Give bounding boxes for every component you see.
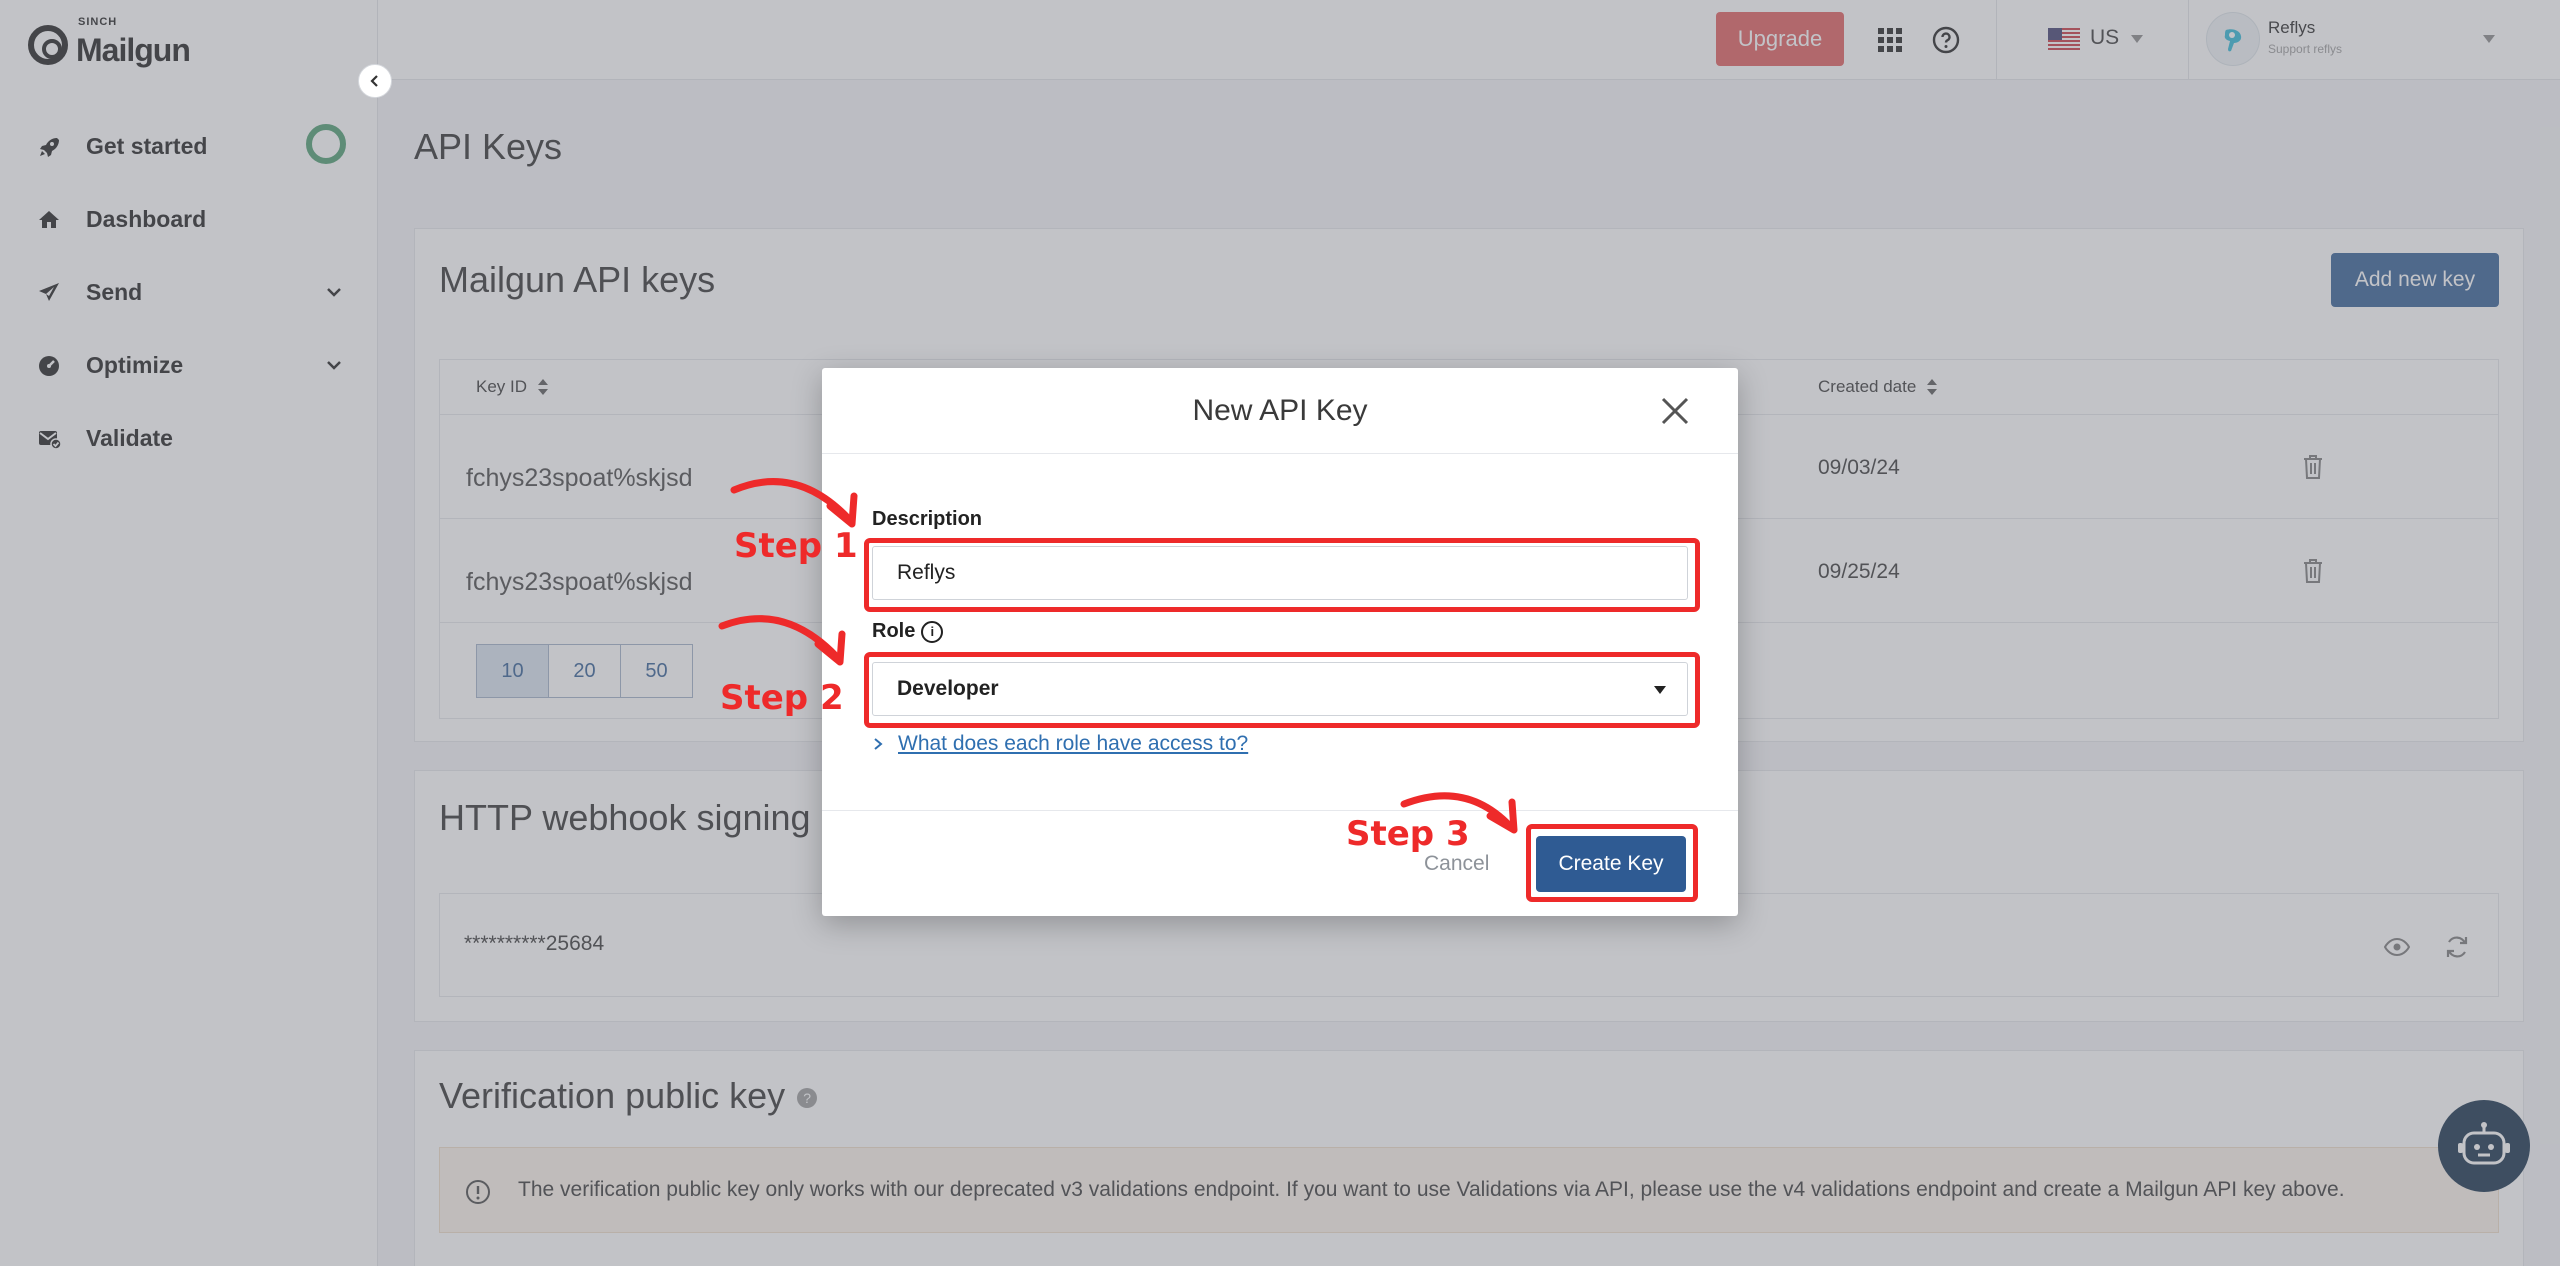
description-label: Description: [872, 508, 983, 530]
step1-highlight: [864, 538, 1700, 612]
modal-header: New API Key: [822, 368, 1738, 454]
role-access-link-text: What does each role have access to?: [898, 732, 1249, 755]
step2-arrow-icon: [718, 615, 846, 666]
cancel-button[interactable]: Cancel: [1424, 852, 1489, 876]
info-icon[interactable]: i: [921, 620, 944, 643]
step2-highlight: [864, 652, 1700, 728]
step1-arrow-icon: [730, 478, 858, 528]
role-access-link[interactable]: What does each role have access to?: [872, 732, 1248, 756]
step3-arrow-icon: [1400, 792, 1518, 834]
role-label: Role i: [872, 620, 944, 643]
step2-label: Step 2: [720, 678, 844, 718]
chevron-right-icon: [874, 738, 883, 750]
modal-footer-divider: [822, 810, 1738, 811]
modal-title: New API Key: [1192, 394, 1368, 427]
role-label-text: Role: [872, 620, 916, 642]
step3-highlight: [1526, 824, 1698, 902]
collapse-sidebar-button[interactable]: [358, 64, 392, 98]
chevron-left-icon: [370, 75, 378, 87]
close-icon[interactable]: [1660, 396, 1690, 426]
